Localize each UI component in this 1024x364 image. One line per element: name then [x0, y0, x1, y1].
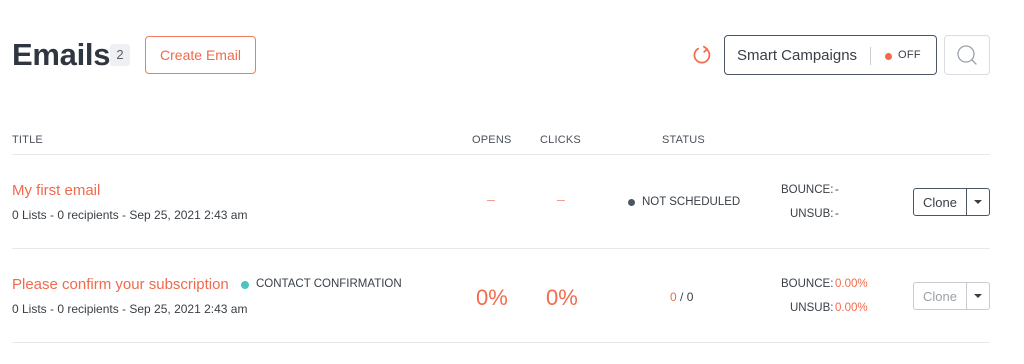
unsub-value: -	[835, 208, 839, 220]
caret-down-icon	[974, 294, 982, 298]
email-meta: 0 Lists - 0 recipients - Sep 25, 2021 2:…	[12, 208, 248, 222]
email-meta: 0 Lists - 0 recipients - Sep 25, 2021 2:…	[12, 302, 248, 316]
clone-button[interactable]: Clone	[914, 283, 966, 309]
email-title-link[interactable]: Please confirm your subscription	[12, 276, 229, 293]
email-title-link[interactable]: My first email	[12, 182, 100, 199]
email-tag: CONTACT CONFIRMATION	[256, 278, 402, 290]
column-header-opens: OPENS	[472, 134, 512, 146]
page-header: Emails 2 Create Email Smart Campaigns OF…	[0, 0, 1024, 110]
clone-button-group: Clone	[913, 188, 990, 216]
bounce-label: BOUNCE:	[781, 278, 834, 290]
create-email-button[interactable]: Create Email	[145, 36, 256, 74]
opens-value: 0%	[476, 285, 508, 310]
total-count: 0	[686, 290, 694, 304]
search-button[interactable]	[944, 35, 990, 75]
smart-campaigns-divider	[870, 47, 871, 65]
email-count-badge: 2	[110, 44, 130, 66]
clicks-value: 0%	[546, 285, 578, 310]
table-row: Please confirm your subscription CONTACT…	[0, 249, 1024, 342]
table-divider	[12, 342, 990, 343]
unsub-value: 0.00%	[835, 302, 868, 314]
column-header-clicks: CLICKS	[540, 134, 581, 146]
tag-dot-icon	[241, 281, 249, 289]
bounce-value: -	[835, 184, 839, 196]
smart-campaigns-label: Smart Campaigns	[737, 47, 858, 64]
sent-count: 0	[670, 290, 677, 304]
search-icon	[957, 45, 977, 65]
status-dot-icon	[628, 199, 635, 206]
column-header-title: TITLE	[12, 134, 43, 146]
column-header-status: STATUS	[662, 134, 705, 146]
opens-value: –	[487, 191, 495, 207]
clone-button[interactable]: Clone	[914, 189, 966, 215]
clicks-value: –	[557, 191, 565, 207]
page-title: Emails	[12, 37, 111, 72]
clone-options-dropdown[interactable]	[967, 189, 989, 215]
unsub-label: UNSUB:	[790, 208, 834, 220]
caret-down-icon	[974, 200, 982, 204]
refresh-icon[interactable]	[691, 44, 713, 66]
status-text: NOT SCHEDULED	[642, 196, 741, 208]
sent-ratio: 0 / 0	[670, 290, 694, 304]
table-row: My first email 0 Lists - 0 recipients - …	[0, 155, 1024, 248]
clone-options-dropdown[interactable]	[967, 283, 989, 309]
status-dot-icon	[885, 53, 892, 60]
unsub-label: UNSUB:	[790, 302, 834, 314]
clone-button-group: Clone	[913, 282, 990, 310]
bounce-label: BOUNCE:	[781, 184, 834, 196]
smart-campaigns-state: OFF	[898, 49, 921, 61]
bounce-value: 0.00%	[835, 278, 868, 290]
smart-campaigns-toggle[interactable]: Smart Campaigns OFF	[724, 35, 937, 75]
